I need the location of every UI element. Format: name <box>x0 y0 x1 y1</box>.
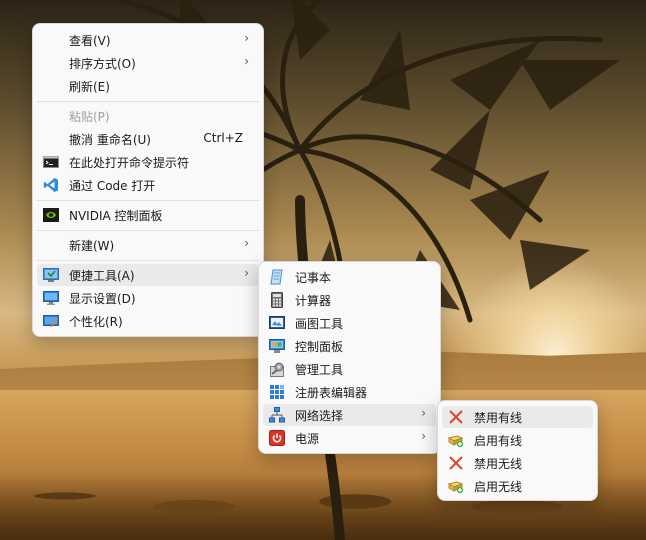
menu-item-disable-wired[interactable]: 禁用有线 <box>442 406 593 428</box>
chevron-right-icon: › <box>244 266 249 280</box>
registry-editor-icon <box>270 385 284 399</box>
menu-item-convenient-tools[interactable]: 便捷工具(A) › <box>37 264 259 286</box>
menu-item-label: 电源 <box>295 432 320 446</box>
menu-item-label: 便捷工具(A) <box>69 269 135 283</box>
menu-item-disable-wireless[interactable]: 禁用无线 <box>442 452 593 474</box>
menu-item-label: 禁用有线 <box>474 411 523 425</box>
menu-item-control-panel[interactable]: 控制面板 <box>263 335 436 357</box>
menu-item-label: 查看(V) <box>69 34 111 48</box>
chevron-right-icon: › <box>421 429 426 443</box>
menu-item-paint[interactable]: 画图工具 <box>263 312 436 334</box>
chevron-right-icon: › <box>244 236 249 250</box>
menu-item-view[interactable]: 查看(V) › <box>37 29 259 51</box>
shortcut-text: Ctrl+Z <box>203 131 243 145</box>
menu-item-label: 撤消 重命名(U) <box>69 133 151 147</box>
notepad-icon <box>270 269 283 285</box>
menu-item-label: 画图工具 <box>295 317 344 331</box>
menu-item-label: 注册表编辑器 <box>295 386 368 400</box>
menu-item-nvidia-control-panel[interactable]: NVIDIA 控制面板 <box>37 204 259 226</box>
menu-item-power[interactable]: 电源 › <box>263 427 436 449</box>
enable-network-icon <box>448 435 464 448</box>
menu-item-enable-wired[interactable]: 启用有线 <box>442 429 593 451</box>
menu-item-label: 启用有线 <box>474 434 523 448</box>
menu-item-label: 显示设置(D) <box>69 292 136 306</box>
menu-separator <box>37 200 259 201</box>
desktop-context-menu: 查看(V) › 排序方式(O) › 刷新(E) 粘贴(P) 撤消 重命名(U) … <box>32 23 264 337</box>
menu-item-open-with-code[interactable]: 通过 Code 打开 <box>37 174 259 196</box>
calculator-icon <box>271 292 283 308</box>
menu-item-new[interactable]: 新建(W) › <box>37 234 259 256</box>
menu-item-label: 启用无线 <box>474 480 523 494</box>
menu-item-label: 管理工具 <box>295 363 344 377</box>
menu-item-label: 在此处打开命令提示符 <box>69 156 190 170</box>
menu-item-personalize[interactable]: 个性化(R) <box>37 310 259 332</box>
menu-item-label: 控制面板 <box>295 340 344 354</box>
menu-item-label: 禁用无线 <box>474 457 523 471</box>
convenient-tools-submenu: 记事本 计算器 画图工具 控制面板 管理工具 注册表编辑器 网络选择 › 电源 … <box>258 261 441 454</box>
menu-item-label: 个性化(R) <box>69 315 123 329</box>
admin-tools-icon <box>270 362 284 377</box>
personalize-icon <box>43 315 59 327</box>
menu-item-admin-tools[interactable]: 管理工具 <box>263 358 436 380</box>
menu-item-label: NVIDIA 控制面板 <box>69 209 163 223</box>
menu-item-refresh[interactable]: 刷新(E) <box>37 75 259 97</box>
nvidia-icon <box>43 208 59 222</box>
menu-item-paste: 粘贴(P) <box>37 105 259 127</box>
menu-item-open-command-prompt[interactable]: 在此处打开命令提示符 <box>37 151 259 173</box>
menu-item-label: 通过 Code 打开 <box>69 179 156 193</box>
menu-item-enable-wireless[interactable]: 启用无线 <box>442 475 593 497</box>
vscode-icon <box>43 178 58 192</box>
display-icon <box>43 291 59 305</box>
tools-icon <box>43 268 59 282</box>
chevron-right-icon: › <box>244 31 249 45</box>
network-icon <box>269 407 285 423</box>
menu-item-label: 新建(W) <box>69 239 115 253</box>
network-select-submenu: 禁用有线 启用有线 禁用无线 启用无线 <box>437 400 598 501</box>
menu-item-display-settings[interactable]: 显示设置(D) <box>37 287 259 309</box>
menu-item-network-select[interactable]: 网络选择 › <box>263 404 436 426</box>
chevron-right-icon: › <box>421 406 426 420</box>
menu-item-label: 计算器 <box>295 294 332 308</box>
menu-item-label: 网络选择 <box>295 409 344 423</box>
menu-separator <box>37 230 259 231</box>
menu-item-label: 粘贴(P) <box>69 110 110 124</box>
disable-x-icon <box>449 410 463 424</box>
menu-item-registry-editor[interactable]: 注册表编辑器 <box>263 381 436 403</box>
menu-item-label: 排序方式(O) <box>69 57 136 71</box>
menu-separator <box>37 101 259 102</box>
menu-item-label: 记事本 <box>295 271 332 285</box>
menu-separator <box>37 260 259 261</box>
menu-item-label: 刷新(E) <box>69 80 110 94</box>
enable-network-icon <box>448 481 464 494</box>
power-icon <box>269 430 285 446</box>
menu-item-calculator[interactable]: 计算器 <box>263 289 436 311</box>
menu-item-sort-by[interactable]: 排序方式(O) › <box>37 52 259 74</box>
menu-item-undo-rename[interactable]: 撤消 重命名(U) Ctrl+Z <box>37 128 259 150</box>
control-panel-icon <box>269 339 285 353</box>
paint-icon <box>269 316 285 329</box>
menu-item-notepad[interactable]: 记事本 <box>263 266 436 288</box>
command-prompt-icon <box>43 156 59 168</box>
disable-x-icon <box>449 456 463 470</box>
chevron-right-icon: › <box>244 54 249 68</box>
